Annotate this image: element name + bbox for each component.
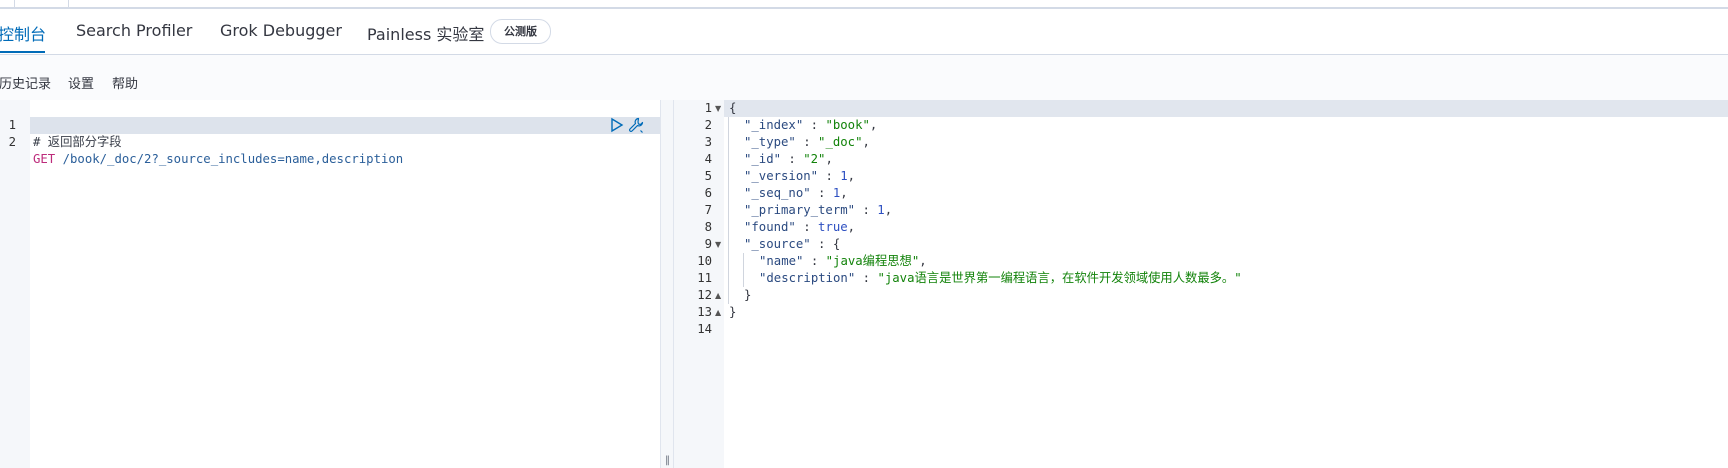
request-editor[interactable]: 1 # 返回部分字段 2 GET /book/_doc/2?_source_in… <box>0 100 660 468</box>
json-boolean: true <box>818 220 848 234</box>
dev-tools-tabs: 控制台 Search Profiler Grok Debugger Painle… <box>0 9 1728 53</box>
json-key: "found" <box>744 220 796 234</box>
menu-help[interactable]: 帮助 <box>112 73 138 92</box>
json-number: 1 <box>840 169 848 183</box>
line-number: 14 <box>697 322 712 336</box>
response-line: "_seq_no" : 1, <box>744 186 848 200</box>
line-number: 4 <box>704 152 712 166</box>
line-number: 6 <box>704 186 712 200</box>
resize-grip-icon: ‖ <box>665 455 670 466</box>
strip-divider <box>68 0 69 7</box>
line-number: 3 <box>704 135 712 149</box>
active-line-highlight <box>674 100 1728 117</box>
response-line: "name" : "java编程思想", <box>759 254 927 268</box>
tab-search-profiler[interactable]: Search Profiler <box>76 21 192 40</box>
strip-divider <box>14 0 15 7</box>
response-viewer[interactable]: 1 2 3 4 5 6 7 8 9 10 11 12 13 14 ▼ ▼ ▲ ▲… <box>674 100 1728 468</box>
response-line: } <box>744 287 751 304</box>
response-line: "description" : "java语言是世界第一编程语言，在软件开发领域… <box>759 271 1242 285</box>
line-number: 2 <box>8 135 16 149</box>
json-key: "_id" <box>744 152 782 166</box>
console-menu: 历史记录 设置 帮助 <box>0 55 1728 100</box>
tab-painless-lab[interactable]: Painless 实验室 <box>367 21 484 45</box>
request-method: GET <box>33 152 56 166</box>
line-number: 9 <box>704 237 712 251</box>
indent-guide <box>728 117 729 304</box>
request-line: 1 # 返回部分字段 <box>0 100 122 149</box>
response-line: "_primary_term" : 1, <box>744 203 893 217</box>
top-strip <box>0 0 1728 9</box>
response-line: "_id" : "2", <box>744 152 833 166</box>
json-string: "java编程思想" <box>825 254 920 268</box>
json-key: "_primary_term" <box>744 203 856 217</box>
fold-toggle-icon[interactable]: ▲ <box>715 308 721 317</box>
menu-settings[interactable]: 设置 <box>68 73 94 92</box>
json-key: "_source" <box>744 237 811 251</box>
line-number: 2 <box>704 118 712 132</box>
line-number: 1 <box>704 101 712 115</box>
line-number: 5 <box>704 169 712 183</box>
line-number: 8 <box>704 220 712 234</box>
json-key: "name" <box>759 254 804 268</box>
response-line: } <box>729 304 736 321</box>
json-key: "_index" <box>744 118 804 132</box>
wrench-icon[interactable] <box>628 117 644 137</box>
response-line: "_version" : 1, <box>744 169 856 183</box>
json-brace: } <box>744 288 752 302</box>
json-key: "_type" <box>744 135 796 149</box>
play-icon[interactable] <box>610 117 624 137</box>
indent-guide <box>743 253 744 287</box>
response-line: "_type" : "_doc", <box>744 135 870 149</box>
response-line: { <box>729 100 736 117</box>
line-number: 7 <box>704 203 712 217</box>
response-line: "_source" : { <box>744 237 841 251</box>
json-string: "book" <box>825 118 870 132</box>
pane-resizer[interactable]: ‖ <box>660 100 674 468</box>
active-line-highlight <box>30 117 660 134</box>
active-tab-indicator <box>0 51 45 53</box>
json-string: "java语言是世界第一编程语言，在软件开发领域使用人数最多。" <box>877 271 1242 285</box>
request-text: GET /book/_doc/2?_source_includes=name,d… <box>33 151 403 168</box>
request-line: 2 GET /book/_doc/2?_source_includes=name… <box>0 117 404 166</box>
json-key: "description" <box>759 271 856 285</box>
json-brace: } <box>729 305 737 319</box>
line-number: 10 <box>697 254 712 268</box>
json-key: "_seq_no" <box>744 186 811 200</box>
tab-console[interactable]: 控制台 <box>0 21 46 45</box>
beta-badge: 公测版 <box>490 19 551 44</box>
line-number: 11 <box>697 271 712 285</box>
fold-toggle-icon[interactable]: ▲ <box>715 291 721 300</box>
json-brace: { <box>729 101 737 115</box>
menu-history[interactable]: 历史记录 <box>0 73 51 92</box>
tab-grok-debugger[interactable]: Grok Debugger <box>220 21 342 40</box>
json-string: "2" <box>803 152 826 166</box>
json-number: 1 <box>877 203 885 217</box>
request-url: /book/_doc/2?_source_includes=name,descr… <box>55 152 404 166</box>
json-string: "_doc" <box>818 135 863 149</box>
line-number: 13 <box>697 305 712 319</box>
fold-toggle-icon[interactable]: ▼ <box>715 240 721 249</box>
line-number: 12 <box>697 288 712 302</box>
json-key: "_version" <box>744 169 819 183</box>
response-line: "found" : true, <box>744 220 856 234</box>
request-comment: # 返回部分字段 <box>33 135 122 149</box>
fold-toggle-icon[interactable]: ▼ <box>715 104 721 113</box>
response-line: "_index" : "book", <box>744 118 878 132</box>
